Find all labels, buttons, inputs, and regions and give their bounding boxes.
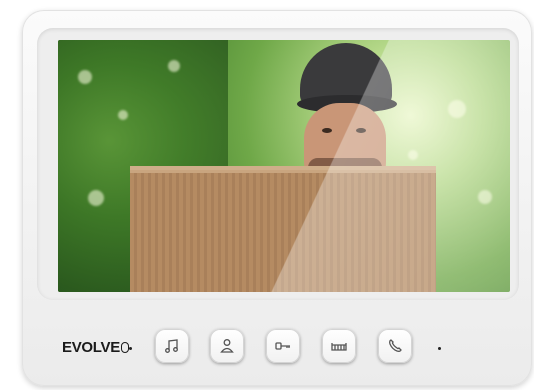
brand-name: EVOLVE bbox=[62, 339, 120, 356]
video-screen bbox=[58, 40, 510, 292]
music-button[interactable] bbox=[155, 329, 189, 363]
call-button[interactable] bbox=[378, 329, 412, 363]
intercom-button[interactable] bbox=[210, 329, 244, 363]
phone-icon bbox=[389, 339, 402, 352]
gate-button[interactable] bbox=[322, 329, 356, 363]
microphone-hole bbox=[438, 347, 441, 350]
screen-glare bbox=[58, 40, 510, 292]
unlock-door-button[interactable] bbox=[266, 329, 300, 363]
gate-icon bbox=[331, 343, 347, 351]
brand-logo-mark bbox=[120, 342, 129, 353]
key-icon bbox=[275, 342, 290, 350]
led-indicator bbox=[129, 347, 132, 350]
brand-logo: EVOLVE bbox=[62, 339, 129, 356]
music-note-icon bbox=[165, 339, 178, 353]
person-icon bbox=[220, 339, 234, 353]
